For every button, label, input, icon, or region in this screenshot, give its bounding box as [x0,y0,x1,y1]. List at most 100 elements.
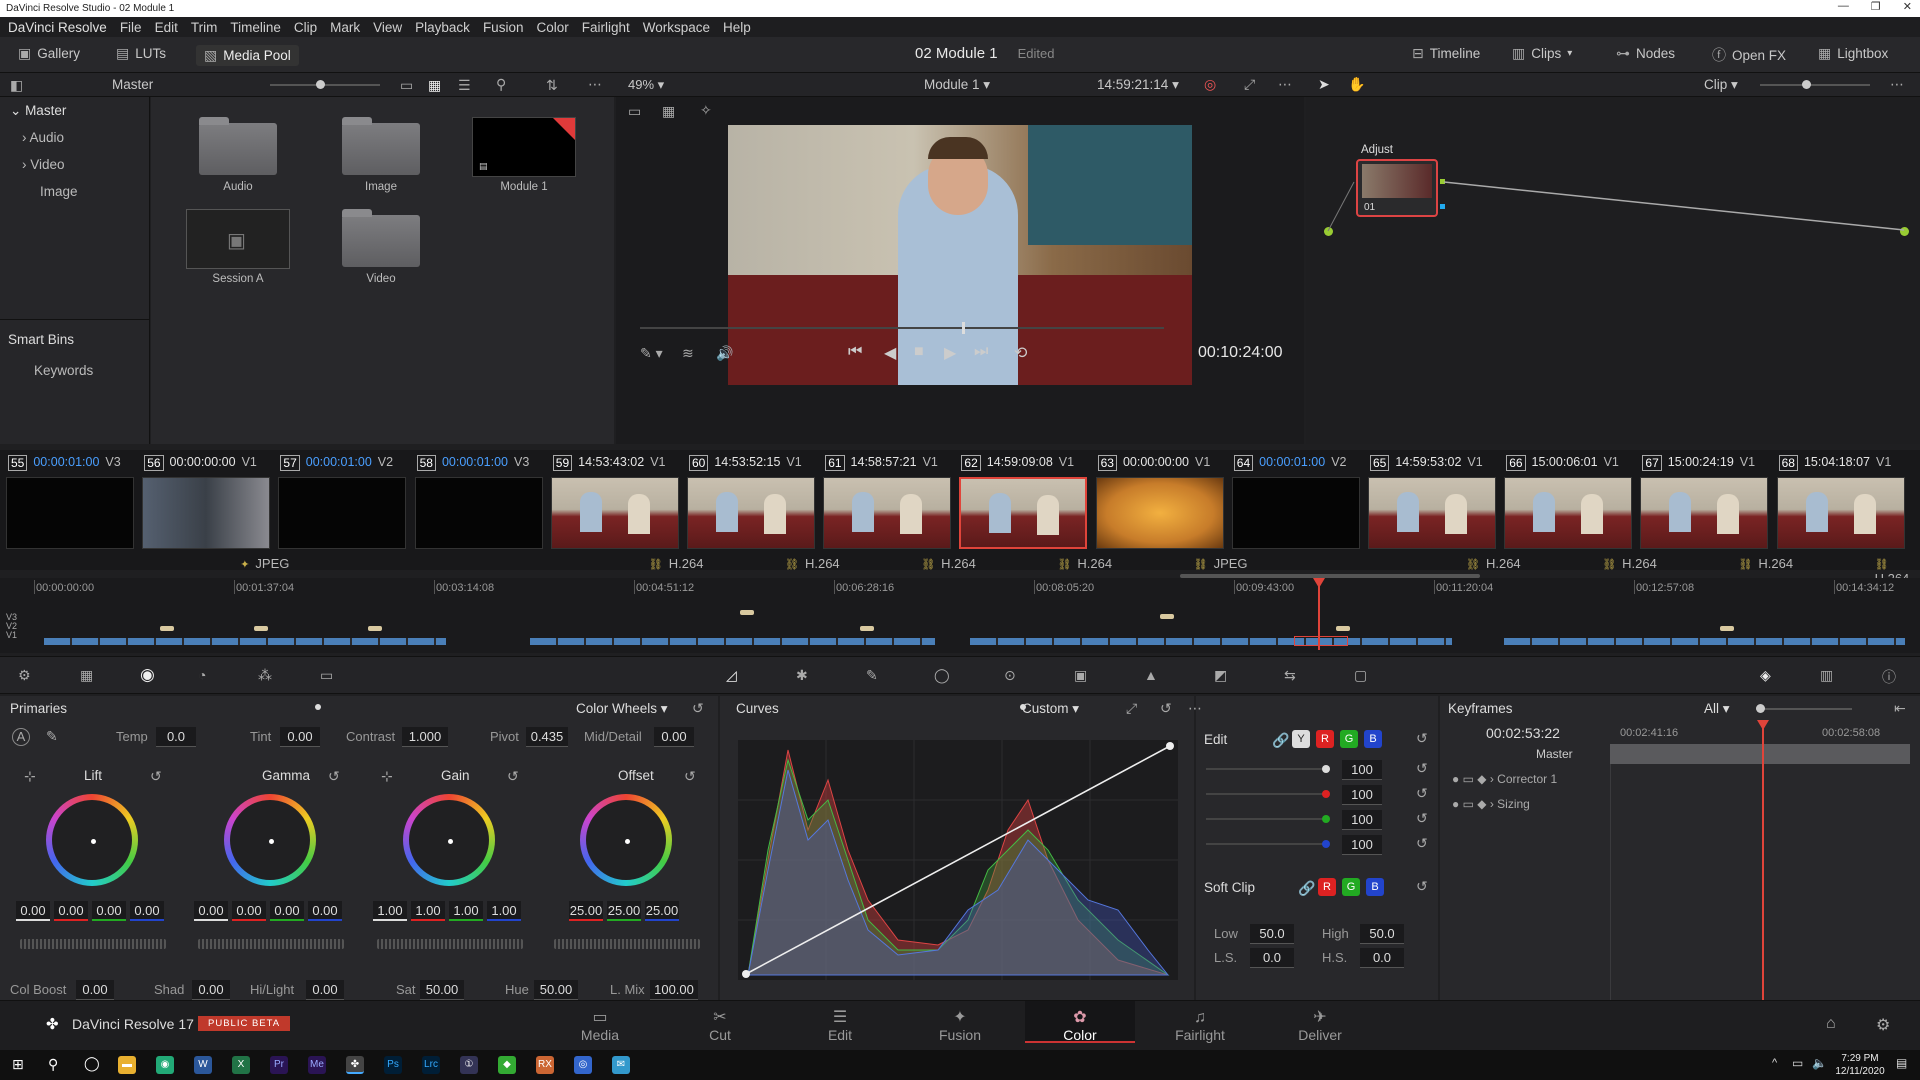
high-field[interactable]: 50.0 [1360,924,1404,944]
ls-field[interactable]: 0.0 [1250,948,1294,968]
eyedropper-icon[interactable]: ✎ ▾ [640,345,663,362]
timeline-dropdown[interactable]: Module 1 ▾ [924,77,990,93]
fullscreen-icon[interactable]: ⤢ [1244,76,1255,93]
v2-clip[interactable] [740,610,754,615]
colboost-field[interactable]: 0.00 [76,980,114,1000]
wheel-value-field[interactable]: 0.00 [308,901,342,921]
node-mode-dropdown[interactable]: Clip ▾ [1704,77,1738,93]
nodes-more-icon[interactable]: ⋯ [1890,76,1904,93]
auto-balance-icon[interactable]: A [12,728,30,746]
edit-value-field[interactable]: 100 [1342,785,1382,805]
bypass-icon[interactable]: ◎ [1204,76,1216,93]
clip-thumbnail[interactable] [550,477,679,549]
gallery-button[interactable]: ▣ Gallery [18,45,80,62]
key-icon[interactable]: ◩ [1214,667,1227,684]
grid-view-icon[interactable]: ▦ [428,77,441,94]
wheel-picker-icon[interactable]: ⊹ [381,768,393,785]
smart-bin-keywords[interactable]: Keywords [34,363,93,378]
edit-value-field[interactable]: 100 [1342,760,1382,780]
color-wheel[interactable] [46,794,138,886]
video-frame[interactable] [728,125,1192,385]
play-reverse-button[interactable]: ◀ [884,343,896,363]
tray-chevron-icon[interactable]: ^ [1772,1057,1777,1069]
g-channel-button[interactable]: G [1340,730,1358,748]
clip-thumbnail[interactable] [278,477,407,549]
edit-slider[interactable] [1206,765,1330,773]
page-tab-cut[interactable]: ✂ Cut [665,1009,775,1043]
wheel-value-field[interactable]: 0.00 [16,901,50,921]
skip-back-button[interactable]: ⏮ [848,343,862,361]
clips-button[interactable]: ▥ Clips ▾ [1512,45,1572,62]
media-pool-button[interactable]: ▧ Media Pool [196,45,299,66]
page-tab-edit[interactable]: ☰ Edit [785,1009,895,1043]
lightbox-button[interactable]: ▦ Lightbox [1818,45,1888,62]
v1-clip-track[interactable] [44,638,446,645]
rgb-mixer-icon[interactable]: ⁂ [258,667,272,684]
clip-thumbnail[interactable] [1504,477,1633,549]
sidebar-master[interactable]: ⌄ Master [10,103,66,119]
pivot-field[interactable]: 0.435 [526,727,568,747]
filmstrip-view-icon[interactable]: ▭ [400,77,413,94]
clip-thumbnail[interactable] [1640,477,1769,549]
y-channel-button[interactable]: Y [1292,730,1310,748]
wheel-value-field[interactable]: 25.00 [569,901,603,921]
low-field[interactable]: 50.0 [1250,924,1294,944]
softclip-b-button[interactable]: B [1366,878,1384,896]
minimize-icon[interactable]: — [1838,0,1849,13]
zoom-dropdown[interactable]: 49% ▾ [628,77,664,93]
v2-clip[interactable] [368,626,382,631]
keyframe-row-corrector[interactable]: ● ▭ ◆ › Corrector 1 [1452,772,1557,786]
scopes-icon[interactable]: ▥ [1820,667,1833,684]
menu-item-12[interactable]: Workspace [643,20,710,35]
mail-app-icon[interactable]: ✉ [612,1056,630,1074]
wheel-value-field[interactable]: 0.00 [232,901,266,921]
nodes-button[interactable]: ⊶ Nodes [1616,45,1675,62]
notifications-icon[interactable]: ▤ [1896,1056,1907,1070]
wheel-master-slider[interactable] [377,939,523,949]
hdr-icon[interactable]: ◔ [198,667,206,683]
sort-icon[interactable]: ⇅ [546,77,558,94]
sidebar-item-image[interactable]: Image [40,184,78,199]
edit-slider[interactable] [1206,815,1330,823]
timeline-thumbnail[interactable]: ▤ [472,117,576,177]
wheel-value-field[interactable]: 0.00 [270,901,304,921]
wheel-value-field[interactable]: 1.00 [449,901,483,921]
clip-thumbnail[interactable] [1231,477,1360,549]
r-channel-button[interactable]: R [1316,730,1334,748]
wheel-value-field[interactable]: 25.00 [607,901,641,921]
v2-clip[interactable] [1160,614,1174,619]
wheel-value-field[interactable]: 0.00 [194,901,228,921]
v1-clip-track[interactable] [530,638,935,645]
curves-more-icon[interactable]: ⋯ [1188,700,1202,717]
color-wheel[interactable] [403,794,495,886]
app-icon-9[interactable]: ◆ [498,1056,516,1074]
wheel-picker-icon[interactable]: ⊹ [24,768,36,785]
clip-thumbnail[interactable] [1776,477,1905,549]
timeline-button[interactable]: ⊟ Timeline [1412,45,1480,62]
menu-item-1[interactable]: File [120,20,142,35]
v1-clip-track[interactable] [1504,638,1905,645]
color-wheels-icon[interactable]: ◉ [140,665,155,685]
shad-field[interactable]: 0.00 [192,980,230,1000]
network-icon[interactable]: ▭ [1792,1056,1803,1070]
word-app-icon[interactable]: W [194,1056,212,1074]
lmix-field[interactable]: 100.00 [650,980,698,1000]
rx-app-icon[interactable]: RX [536,1056,554,1074]
settings-gear-icon[interactable]: ⚙ [1876,1015,1890,1035]
loop-icon[interactable]: ⟲ [1014,343,1027,363]
curves-reset-icon[interactable]: ↺ [1160,700,1172,717]
sat-field[interactable]: 50.00 [420,980,464,1000]
taskbar-search-icon[interactable]: ⚲ [48,1056,58,1073]
v2-clip[interactable] [160,626,174,631]
edit-row-reset-icon[interactable]: ↺ [1416,810,1428,827]
page-tab-fairlight[interactable]: ♫ Fairlight [1145,1009,1255,1043]
wheel-value-field[interactable]: 0.00 [130,901,164,921]
keyframes-expand-icon[interactable]: ⇤ [1894,700,1906,717]
wheel-reset-icon[interactable]: ↺ [684,768,696,785]
softclip-g-button[interactable]: G [1342,878,1360,896]
sidebar-toggle-icon[interactable]: ◧ [10,77,23,94]
page-tab-color[interactable]: ✿ Color [1025,1001,1135,1043]
edit-row-reset-icon[interactable]: ↺ [1416,785,1428,802]
qualifier-icon[interactable]: ✎ [866,667,878,684]
session-thumbnail[interactable]: ▣ [186,209,290,269]
